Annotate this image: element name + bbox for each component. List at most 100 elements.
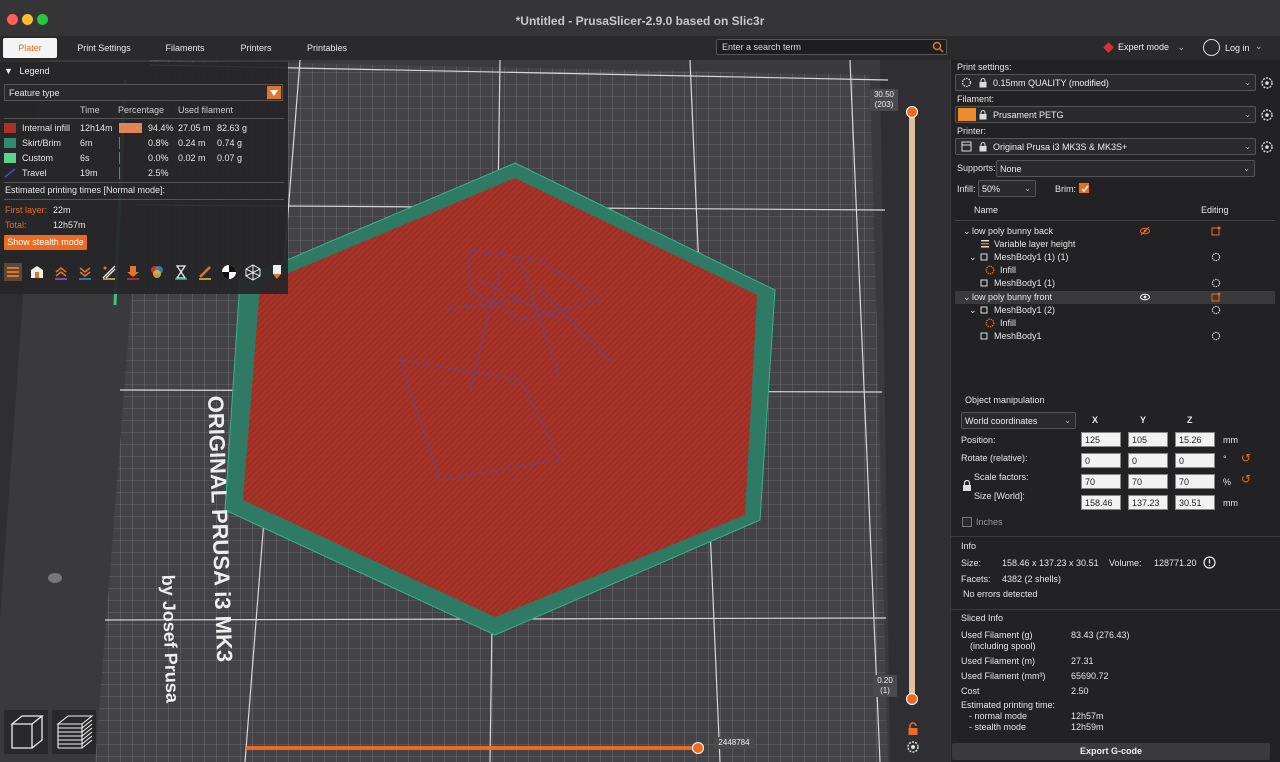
tab-printables[interactable]: Printables	[298, 38, 356, 58]
gear-icon[interactable]	[1211, 305, 1221, 315]
size-x-input[interactable]: 158.46	[1081, 495, 1121, 510]
edit-icon[interactable]	[1211, 292, 1221, 302]
tool-marker-icon[interactable]	[268, 263, 286, 281]
axis-y-label: Y	[1140, 415, 1147, 425]
feature-type-value: Feature type	[9, 88, 60, 98]
move-slider-handle[interactable]	[692, 742, 704, 754]
legend-row-skirt-brim[interactable]: Skirt/Brim 6m 0.8% 0.24 m 0.74 g	[0, 136, 288, 151]
legend-row-travel[interactable]: Travel 19m 2.5%	[0, 166, 288, 181]
reset-scale-icon[interactable]: ↺	[1241, 472, 1251, 486]
feature-type-select[interactable]: Feature type	[4, 84, 283, 101]
settings-gear-icon[interactable]	[906, 740, 920, 754]
legend-header[interactable]: ▼ Legend	[4, 66, 49, 76]
size-y-input[interactable]: 137.23	[1128, 495, 1168, 510]
object-row-meshbody-1[interactable]: MeshBody1	[955, 330, 1275, 343]
3d-view-icon[interactable]	[4, 710, 48, 754]
object-row-variable-layer-height[interactable]: Variable layer height	[955, 238, 1275, 251]
pause-prints-icon[interactable]	[172, 263, 190, 281]
layer-height-icon[interactable]	[4, 263, 22, 281]
print-settings-gear-icon[interactable]	[1260, 76, 1274, 90]
percentage-bar	[119, 152, 120, 164]
object-row-bunny-front[interactable]: ⌄ low poly bunny front	[955, 291, 1275, 304]
filament-value: Prusament PETG	[993, 110, 1064, 120]
infill-combo[interactable]: 50% ⌄	[978, 180, 1036, 197]
custom-gcode-icon[interactable]	[196, 263, 214, 281]
legend-row-grams: 0.74 g	[217, 138, 243, 148]
scale-y-input[interactable]: 70	[1128, 474, 1168, 489]
preview-layers-icon[interactable]	[52, 710, 96, 754]
tool-changes-icon[interactable]	[124, 263, 142, 281]
eye-hidden-icon[interactable]	[1140, 226, 1150, 236]
reset-rotation-icon[interactable]: ↺	[1241, 451, 1251, 465]
object-row-meshbody-1-1[interactable]: MeshBody1 (1)	[955, 277, 1275, 290]
deretractions-icon[interactable]	[76, 263, 94, 281]
bottom-layer-handle[interactable]	[906, 693, 918, 705]
retractions-icon[interactable]	[52, 263, 70, 281]
lock-icon	[979, 78, 987, 88]
legend-row-internal-infill[interactable]: Internal infill 12h14m 94.4% 27.05 m 82.…	[0, 121, 288, 136]
printer-gear-icon[interactable]	[1260, 140, 1274, 154]
color-changes-icon[interactable]	[148, 263, 166, 281]
coordinates-select[interactable]: World coordinates ⌄	[961, 412, 1076, 429]
object-row-meshbody-1-2[interactable]: ⌄ MeshBody1 (2)	[955, 304, 1275, 317]
move-slider-track[interactable]	[246, 746, 700, 750]
object-row-infill-2[interactable]: Infill	[955, 317, 1275, 330]
gear-icon[interactable]	[1211, 278, 1221, 288]
center-of-gravity-icon[interactable]	[220, 263, 238, 281]
tab-print-settings[interactable]: Print Settings	[68, 38, 140, 58]
printer-combo[interactable]: Original Prusa i3 MK3S & MK3S+ ⌄	[955, 138, 1256, 155]
object-row-infill-1[interactable]: Infill	[955, 264, 1275, 277]
eye-icon[interactable]	[1140, 292, 1150, 302]
top-layer-handle[interactable]	[906, 106, 918, 118]
search-icon[interactable]	[932, 41, 944, 53]
color-swatch	[4, 138, 16, 148]
expert-mode-dropdown[interactable]: Expert mode ⌄	[1118, 42, 1185, 53]
size-z-input[interactable]: 30.51	[1175, 495, 1215, 510]
infill-value: 50%	[982, 184, 1001, 194]
object-row-bunny-back[interactable]: ⌄ low poly bunny back	[955, 225, 1275, 238]
position-z-input[interactable]: 15.26	[1175, 432, 1215, 447]
infill-settings-icon	[985, 265, 995, 275]
position-y-input[interactable]: 105	[1128, 432, 1168, 447]
position-x-input[interactable]: 125	[1081, 432, 1121, 447]
inches-checkbox[interactable]	[962, 517, 972, 527]
filament-gear-icon[interactable]	[1260, 108, 1274, 122]
legend-row-meters: 27.05 m	[178, 123, 211, 133]
edit-icon[interactable]	[1211, 226, 1221, 236]
tab-printers[interactable]: Printers	[230, 38, 282, 58]
shells-wireframe-icon[interactable]	[244, 263, 262, 281]
rotate-x-input[interactable]: 0	[1081, 453, 1121, 468]
tab-plater[interactable]: Plater	[3, 38, 57, 58]
shells-icon[interactable]	[28, 263, 46, 281]
gear-icon[interactable]	[1211, 331, 1221, 341]
stealth-mode-label: - stealth mode	[969, 722, 1027, 732]
export-gcode-button[interactable]: Export G-code	[952, 743, 1270, 760]
object-row-meshbody-1-1-1[interactable]: ⌄ MeshBody1 (1) (1)	[955, 251, 1275, 264]
rotate-z-input[interactable]: 0	[1175, 453, 1215, 468]
supports-combo[interactable]: None ⌄	[996, 160, 1255, 177]
lock-scale-icon[interactable]	[962, 480, 972, 492]
tab-filaments[interactable]: Filaments	[156, 38, 214, 58]
scale-z-input[interactable]: 70	[1175, 474, 1215, 489]
chevron-down-icon: ⌄	[963, 226, 971, 236]
show-stealth-mode-button[interactable]: Show stealth mode	[4, 235, 87, 250]
info-icon[interactable]	[1203, 556, 1216, 569]
gear-icon[interactable]	[1211, 252, 1221, 262]
brim-checkbox[interactable]	[1079, 183, 1089, 193]
legend-row-label: Internal infill	[22, 123, 71, 133]
cost-label: Cost	[961, 686, 980, 696]
layer-slider-track[interactable]	[909, 113, 915, 701]
scale-x-input[interactable]: 70	[1081, 474, 1121, 489]
used-filament-g-value: 83.43 (276.43)	[1071, 630, 1130, 640]
lock-icon[interactable]	[906, 722, 920, 736]
travel-line-icon	[4, 168, 16, 178]
legend-panel: ▼ Legend Feature type Time Percentage Us…	[0, 62, 288, 294]
filament-combo[interactable]: Prusament PETG ⌄	[955, 106, 1256, 123]
search-input[interactable]: Enter a search term	[716, 39, 947, 55]
print-settings-label: Print settings:	[957, 62, 1012, 72]
dropdown-arrow-icon[interactable]	[267, 86, 281, 99]
legend-row-custom[interactable]: Custom 6s 0.0% 0.02 m 0.07 g	[0, 151, 288, 166]
rotate-y-input[interactable]: 0	[1128, 453, 1168, 468]
print-settings-combo[interactable]: 0.15mm QUALITY (modified) ⌄	[955, 74, 1256, 91]
seams-icon[interactable]	[100, 263, 118, 281]
